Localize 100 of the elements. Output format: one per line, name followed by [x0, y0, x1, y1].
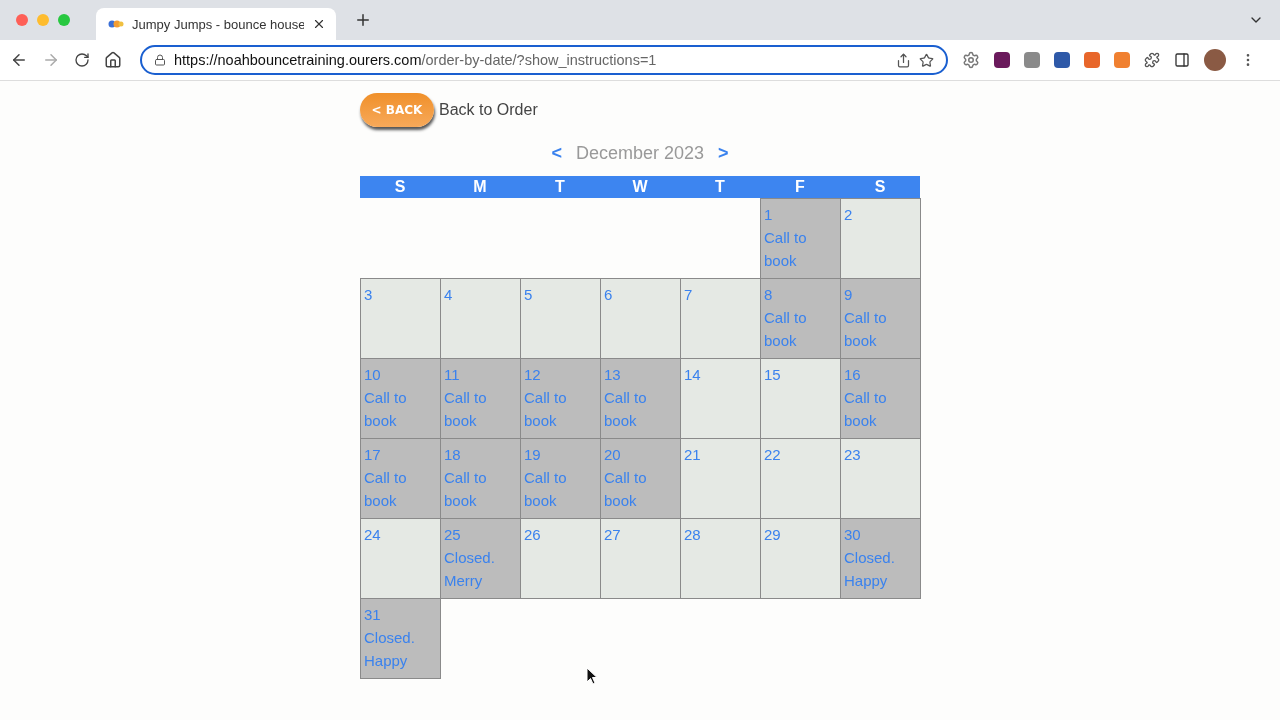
day-note: Call to book	[844, 388, 888, 431]
day-cell[interactable]: 6	[600, 278, 681, 359]
day-cell[interactable]: 3	[360, 278, 441, 359]
back-to-order-label: Back to Order	[439, 101, 538, 119]
day-number: 14	[684, 365, 702, 385]
day-number: 4	[444, 285, 454, 305]
weekday-label: S	[873, 177, 887, 197]
day-note: Call to book	[444, 388, 488, 431]
day-cell[interactable]: 27	[600, 518, 681, 599]
cursor-icon	[586, 667, 598, 685]
day-cell[interactable]: 4	[440, 278, 521, 359]
day-cell[interactable]: 15	[760, 358, 841, 439]
day-note: Call to book	[764, 228, 808, 271]
day-cell[interactable]: 2	[840, 198, 921, 279]
day-note: Call to book	[364, 388, 408, 431]
day-number: 30	[844, 525, 862, 545]
day-number: 2	[844, 205, 854, 225]
day-number: 24	[364, 525, 382, 545]
day-cell[interactable]: 17 Call to book	[360, 438, 441, 519]
day-cell[interactable]: 30 Closed. Happy	[840, 518, 921, 599]
star-icon[interactable]	[919, 52, 934, 68]
month-title: December 2023	[575, 143, 705, 164]
day-note: Call to book	[844, 308, 888, 351]
close-icon[interactable]	[312, 17, 326, 31]
day-number: 1	[764, 205, 774, 225]
day-cell[interactable]: 19 Call to book	[520, 438, 601, 519]
day-number: 19	[524, 445, 542, 465]
day-cell[interactable]: 5	[520, 278, 601, 359]
day-note: Call to book	[764, 308, 808, 351]
day-cell[interactable]: 14	[680, 358, 761, 439]
puzzle-icon[interactable]	[1144, 52, 1160, 68]
address-bar[interactable]: https://noahbouncetraining.ourers.com/order-by-date/?show_instructions=1	[140, 45, 948, 75]
browser-tab[interactable]: Jumpy Jumps - bounce house	[96, 8, 336, 40]
day-number: 23	[844, 445, 862, 465]
day-number: 20	[604, 445, 622, 465]
day-cell[interactable]: 22	[760, 438, 841, 519]
day-cell[interactable]: 20 Call to book	[600, 438, 681, 519]
day-cell[interactable]: 18 Call to book	[440, 438, 521, 519]
back-button[interactable]: < BACK	[360, 93, 434, 127]
day-note: Call to book	[444, 468, 488, 511]
day-number: 5	[524, 285, 534, 305]
day-cell[interactable]: 10 Call to book	[360, 358, 441, 439]
weekday-label: W	[631, 177, 649, 197]
weekday-label: M	[472, 177, 488, 197]
weekday-label: F	[794, 177, 806, 197]
day-cell[interactable]: 31 Closed. Happy	[360, 598, 441, 679]
day-cell[interactable]: 11 Call to book	[440, 358, 521, 439]
day-number: 12	[524, 365, 542, 385]
day-cell[interactable]: 7	[680, 278, 761, 359]
next-month-link[interactable]: >	[718, 143, 729, 164]
day-cell[interactable]: 8 Call to book	[760, 278, 841, 359]
day-cell[interactable]: 21	[680, 438, 761, 519]
new-tab-icon[interactable]	[354, 11, 372, 29]
day-number: 22	[764, 445, 782, 465]
avatar-icon[interactable]	[1204, 49, 1226, 71]
day-cell[interactable]: 13 Call to book	[600, 358, 681, 439]
day-cell[interactable]: 16 Call to book	[840, 358, 921, 439]
day-number: 21	[684, 445, 702, 465]
day-note: Call to book	[604, 388, 648, 431]
day-note: Closed. Happy	[844, 548, 896, 591]
day-number: 11	[444, 365, 461, 385]
day-number: 31	[364, 605, 382, 625]
day-cell[interactable]: 9 Call to book	[840, 278, 921, 359]
extension-icon[interactable]	[994, 52, 1010, 68]
day-number: 29	[764, 525, 782, 545]
day-number: 17	[364, 445, 382, 465]
day-cell[interactable]: 28	[680, 518, 761, 599]
day-number: 7	[684, 285, 694, 305]
day-number: 26	[524, 525, 542, 545]
day-number: 18	[444, 445, 462, 465]
day-number: 9	[844, 285, 854, 305]
day-number: 15	[764, 365, 782, 385]
url-text: https://noahbouncetraining.ourers.com/order-by-date/?show_instructions=1	[174, 52, 658, 68]
side-panel-icon[interactable]	[1174, 52, 1190, 68]
day-note: Call to book	[524, 468, 568, 511]
day-cell[interactable]: 12 Call to book	[520, 358, 601, 439]
day-cell[interactable]: 26	[520, 518, 601, 599]
day-cell[interactable]: 24	[360, 518, 441, 599]
weekday-label: T	[554, 177, 566, 197]
day-cell[interactable]: 1 Call to book	[760, 198, 841, 279]
day-number: 28	[684, 525, 702, 545]
share-icon[interactable]	[896, 52, 911, 68]
extension-icon[interactable]	[1054, 52, 1070, 68]
previous-month-link[interactable]: <	[551, 143, 562, 164]
day-cell[interactable]: 29	[760, 518, 841, 599]
back-icon[interactable]	[10, 51, 28, 69]
tab-title: Jumpy Jumps - bounce house	[132, 16, 304, 32]
day-number: 6	[604, 285, 614, 305]
reload-icon[interactable]	[74, 52, 90, 68]
day-cell[interactable]: 23	[840, 438, 921, 519]
day-number: 27	[604, 525, 622, 545]
day-number: 3	[364, 285, 374, 305]
gear-icon[interactable]	[962, 51, 980, 69]
day-note: Call to book	[604, 468, 648, 511]
site-logo-icon	[108, 19, 124, 29]
home-icon[interactable]	[104, 51, 122, 69]
day-cell[interactable]: 25 Closed. Merry	[440, 518, 521, 599]
day-note: Closed. Happy	[364, 628, 416, 671]
day-note: Closed. Merry	[444, 548, 496, 591]
day-number: 10	[364, 365, 382, 385]
